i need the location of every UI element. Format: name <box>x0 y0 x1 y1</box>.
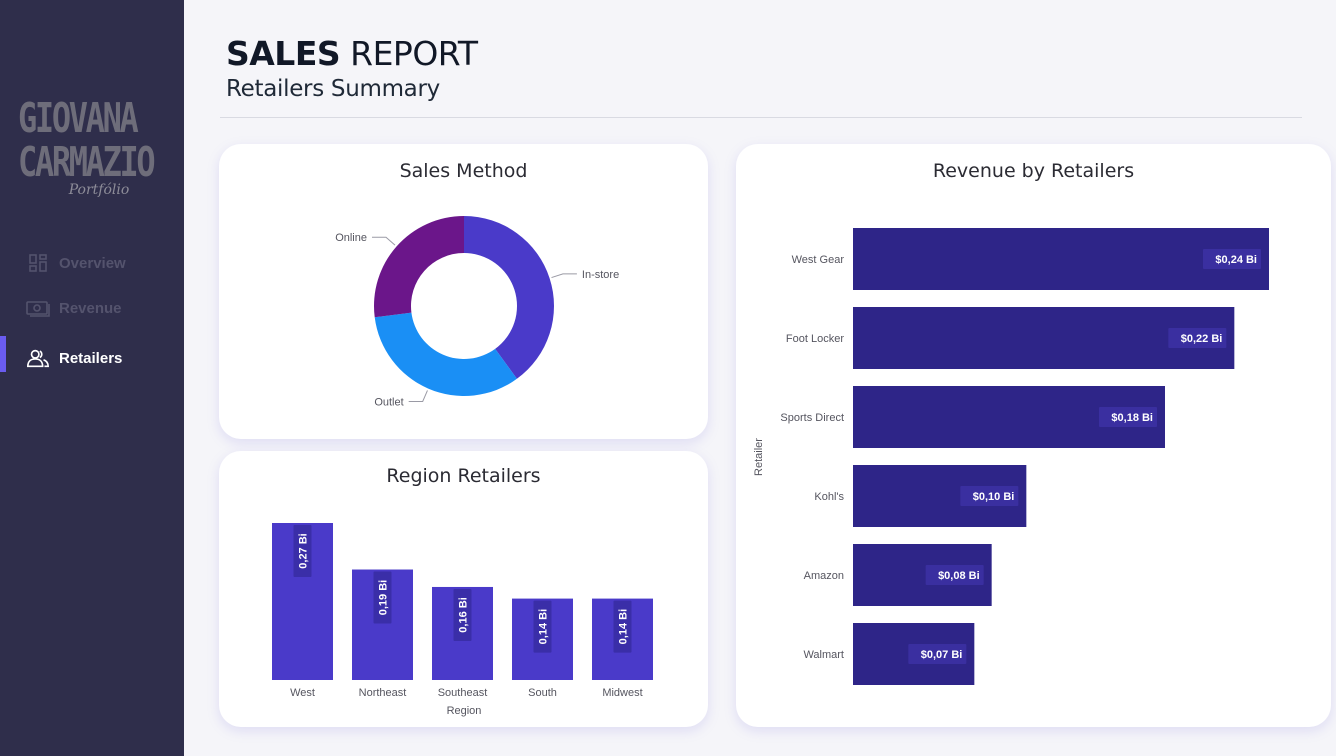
region-x-axis-label: Region <box>447 705 482 717</box>
retailer-tick-label: Walmart <box>803 649 844 661</box>
header-divider <box>220 117 1302 118</box>
page-title-bold: SALES <box>226 34 341 73</box>
region-bar-value: 0,14 Bi <box>538 609 550 644</box>
region-bar-value: 0,19 Bi <box>378 580 390 615</box>
donut-leader-line <box>408 390 428 402</box>
region-tick-label: Midwest <box>602 687 642 699</box>
page-subtitle: Retailers Summary <box>226 76 440 102</box>
region-retailers-card: Region Retailers 0,27 Bi West 0,19 Bi North… <box>219 451 708 727</box>
retailer-tick-label: Foot Locker <box>786 333 844 345</box>
retailer-bar-value: $0,22 Bi <box>1181 333 1223 345</box>
sales-method-card: Sales Method In-store Outlet Online <box>219 144 708 439</box>
money-icon <box>26 298 50 318</box>
region-tick-label: Northeast <box>359 687 407 699</box>
donut-slice-online <box>374 216 464 318</box>
logo-line-2: CARMAZIO <box>18 138 156 186</box>
donut-slice-outlet <box>374 312 517 396</box>
region-bar-value: 0,27 Bi <box>298 533 310 568</box>
sidebar: GIOVANA CARMAZIO Portfólio Overview Reve… <box>0 0 184 756</box>
retailer-bar-value: $0,08 Bi <box>938 570 980 582</box>
retailer-bar-value: $0,18 Bi <box>1111 412 1153 424</box>
donut-label: In-store <box>582 269 619 281</box>
sidebar-item-label: Revenue <box>59 299 122 317</box>
donut-slice-in-store <box>464 216 554 379</box>
sidebar-item-label: Retailers <box>59 349 123 367</box>
retailer-tick-label: Amazon <box>804 570 844 582</box>
donut-label: Online <box>335 232 367 244</box>
sidebar-item-revenue[interactable]: Revenue <box>0 291 184 325</box>
retailer-y-axis-label: Retailer <box>753 438 765 476</box>
revenue-by-retailers-card: Revenue by Retailers $0,24 Bi West Gear $0… <box>736 144 1331 727</box>
retailer-tick-label: Kohl's <box>814 491 844 503</box>
region-bar-value: 0,16 Bi <box>458 597 470 632</box>
page-title: SALES REPORT <box>226 34 478 73</box>
sidebar-item-label: Overview <box>59 254 126 272</box>
donut-leader-line <box>551 273 577 279</box>
sidebar-item-overview[interactable]: Overview <box>0 246 184 280</box>
revenue-bar-chart: $0,24 Bi West Gear $0,22 Bi Foot Locker $0,1… <box>753 228 1269 685</box>
donut-label: Outlet <box>374 396 403 408</box>
donut-chart: In-store Outlet Online <box>335 216 619 408</box>
dashboard-icon <box>26 253 50 273</box>
region-tick-label: South <box>528 687 557 699</box>
retailer-tick-label: West Gear <box>792 254 845 266</box>
page-title-rest: REPORT <box>350 34 478 73</box>
donut-leader-line <box>371 236 396 246</box>
retailer-tick-label: Sports Direct <box>780 412 844 424</box>
retailer-bar-value: $0,24 Bi <box>1215 254 1257 266</box>
sidebar-item-retailers[interactable]: Retailers <box>0 341 184 375</box>
logo: GIOVANA CARMAZIO Portfólio <box>18 96 168 198</box>
retailer-bar-value: $0,07 Bi <box>921 649 963 661</box>
region-tick-label: West <box>290 687 315 699</box>
logo-line-1: GIOVANA <box>18 94 139 142</box>
region-bar-chart: 0,27 Bi West 0,19 Bi Northeast 0,16 Bi Southe… <box>272 523 653 717</box>
retailer-bar-value: $0,10 Bi <box>973 491 1015 503</box>
region-bar-value: 0,14 Bi <box>618 609 630 644</box>
region-tick-label: Southeast <box>438 687 488 699</box>
users-icon <box>26 348 50 368</box>
